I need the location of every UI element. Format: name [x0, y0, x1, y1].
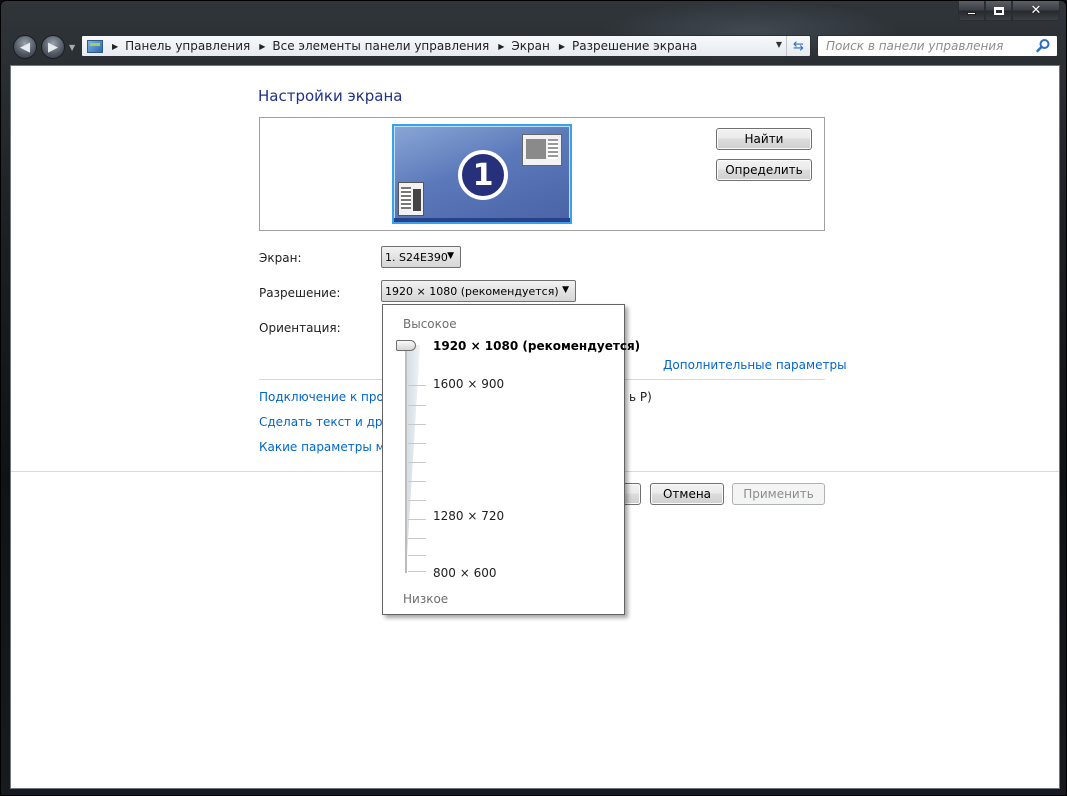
- slider-tick: [408, 481, 426, 482]
- slider-tick: [408, 405, 426, 406]
- projector-link-tail: ь P): [629, 390, 652, 404]
- resolution-select-value: 1920 × 1080 (рекомендуется): [385, 284, 559, 298]
- resolution-low-label: Низкое: [403, 592, 449, 606]
- slider-tick: [408, 500, 426, 501]
- slider-tick: [408, 385, 426, 386]
- breadcrumb-separator-icon[interactable]: ▶: [259, 42, 265, 51]
- screen-select-value: 1. S24E390: [385, 250, 448, 264]
- resolution-high-label: Высокое: [403, 317, 457, 331]
- slider-tick: [408, 538, 426, 539]
- minimize-icon: [967, 12, 976, 15]
- apply-button[interactable]: Применить: [732, 483, 825, 505]
- monitor-window-icon: [522, 134, 562, 166]
- breadcrumb-item-all-items[interactable]: Все элементы панели управления: [272, 39, 489, 53]
- resolution-slider-thumb[interactable]: [396, 340, 416, 351]
- minimize-button[interactable]: [958, 1, 985, 21]
- resolution-option-800x600[interactable]: 800 × 600: [433, 566, 497, 580]
- monitor-taskbar: [394, 218, 570, 222]
- close-icon: ✕: [1030, 3, 1042, 18]
- screen-select[interactable]: 1. S24E390 ▼: [381, 246, 461, 268]
- maximize-button[interactable]: [985, 1, 1012, 21]
- resolution-option-1600x900[interactable]: 1600 × 900: [433, 377, 504, 391]
- search-input[interactable]: [826, 39, 1026, 53]
- caption-buttons: ✕: [958, 1, 1060, 21]
- slider-tick: [408, 555, 426, 556]
- chevron-down-icon: ▼: [447, 251, 454, 261]
- slider-tick: [408, 443, 426, 444]
- monitor-window-icon: [398, 182, 424, 216]
- resolution-label: Разрешение:: [259, 286, 341, 300]
- orientation-label: Ориентация:: [259, 321, 341, 335]
- monitor-1-thumbnail[interactable]: 1: [392, 124, 572, 224]
- forward-button[interactable]: ▶: [41, 35, 65, 59]
- breadcrumb-item-screen-resolution[interactable]: Разрешение экрана: [572, 39, 697, 53]
- breadcrumb-separator-icon[interactable]: ▶: [112, 42, 118, 51]
- resolution-option-1280x720[interactable]: 1280 × 720: [433, 509, 504, 523]
- back-button[interactable]: ◀: [13, 35, 37, 59]
- advanced-settings-link[interactable]: Дополнительные параметры: [663, 358, 847, 372]
- breadcrumb-item-display[interactable]: Экран: [511, 39, 549, 53]
- page-title: Настройки экрана: [258, 87, 403, 105]
- window-frame: ✕ ◀ ▶ ▼ ▶ Панель управления ▶ Все элемен…: [0, 0, 1067, 796]
- slider-tick: [408, 571, 426, 572]
- screen-label: Экран:: [259, 251, 302, 265]
- forward-arrow-icon: ▶: [48, 39, 58, 55]
- monitor-settings-link[interactable]: Какие параметры мон: [259, 440, 400, 454]
- resolution-select[interactable]: 1920 × 1080 (рекомендуется) ▼: [381, 280, 576, 302]
- resolution-option-1920x1080[interactable]: 1920 × 1080 (рекомендуется): [433, 339, 640, 353]
- recent-pages-chevron-down-icon[interactable]: ▼: [69, 43, 75, 52]
- maximize-icon: [993, 6, 1004, 15]
- search-box[interactable]: [817, 35, 1058, 57]
- search-icon[interactable]: [1035, 38, 1051, 54]
- address-history-chevron-down-icon[interactable]: ▼: [776, 40, 782, 49]
- identify-button[interactable]: Определить: [716, 159, 812, 181]
- slider-tick: [408, 424, 426, 425]
- close-button[interactable]: ✕: [1012, 1, 1060, 21]
- control-panel-icon: [87, 39, 103, 53]
- chevron-down-icon: ▼: [562, 285, 569, 295]
- back-arrow-icon: ◀: [20, 39, 30, 55]
- slider-tick: [408, 519, 426, 520]
- cancel-button[interactable]: Отмена: [650, 483, 724, 505]
- breadcrumb-separator-icon[interactable]: ▶: [498, 42, 504, 51]
- breadcrumb-separator-icon[interactable]: ▶: [559, 42, 565, 51]
- resolution-slider-track[interactable]: [405, 345, 407, 573]
- address-bar[interactable]: ▶ Панель управления ▶ Все элементы панел…: [81, 35, 811, 57]
- slider-tick: [408, 462, 426, 463]
- projector-link[interactable]: Подключение к проек: [259, 390, 399, 404]
- refresh-icon: ⇆: [793, 38, 804, 54]
- resolution-dropdown: Высокое 1920 × 1080 (рекомендуется) 1600…: [382, 304, 640, 615]
- breadcrumb-item-control-panel[interactable]: Панель управления: [125, 39, 250, 53]
- monitor-number-badge: 1: [458, 150, 508, 200]
- content-area: Настройки экрана 1 Найти Определить Экра…: [10, 65, 1060, 789]
- refresh-button[interactable]: ⇆: [786, 36, 810, 56]
- find-button[interactable]: Найти: [716, 128, 812, 150]
